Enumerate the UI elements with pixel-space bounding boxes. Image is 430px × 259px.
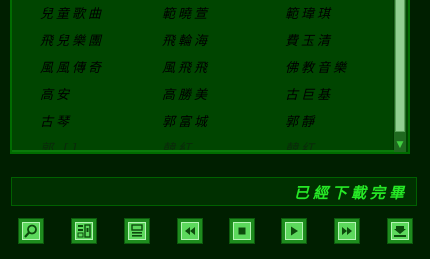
grid-row: 風風傳奇 風飛飛 佛教音樂: [12, 52, 396, 79]
artist-item[interactable]: 風風傳奇: [40, 57, 104, 76]
artist-item[interactable]: 範曉萱: [162, 3, 210, 22]
artist-item[interactable]: 風飛飛: [162, 57, 210, 76]
artist-item[interactable]: 韓紅: [162, 138, 194, 152]
player-window: 兒童歌曲 範曉萱 範瑋琪 飛兒樂團 飛輪海 費玉清 風風傳奇 風飛飛 佛教音樂 …: [0, 0, 430, 259]
artist-grid: 兒童歌曲 範曉萱 範瑋琪 飛兒樂團 飛輪海 費玉清 風風傳奇 風飛飛 佛教音樂 …: [12, 0, 396, 152]
grid-row: 郭 [] 韓紅 韓红: [12, 133, 396, 152]
scroll-down-arrow-icon[interactable]: ▼: [394, 140, 406, 150]
lyrics-button[interactable]: [71, 218, 97, 244]
fast-forward-icon: [338, 222, 356, 240]
grid-row: 高安 高勝美 古巨基: [12, 79, 396, 106]
artist-item[interactable]: 韓红: [285, 138, 317, 152]
grid-row: 兒童歌曲 範曉萱 範瑋琪: [12, 0, 396, 25]
magnifier-icon: [22, 222, 40, 240]
artist-item[interactable]: 飛輪海: [162, 30, 210, 49]
download-icon: [391, 222, 409, 240]
download-button[interactable]: [387, 218, 413, 244]
status-bar: 已經下載完畢: [11, 177, 417, 206]
vertical-scrollbar[interactable]: ▼: [393, 0, 406, 152]
artist-item[interactable]: 古巨基: [285, 84, 333, 103]
stop-button[interactable]: [229, 218, 255, 244]
artist-item[interactable]: 高勝美: [162, 84, 210, 103]
play-button[interactable]: [281, 218, 307, 244]
lyrics-icon: [75, 222, 93, 240]
artist-item[interactable]: 費玉清: [285, 30, 333, 49]
playlist-button[interactable]: [124, 218, 150, 244]
search-button[interactable]: [18, 218, 44, 244]
grid-row: 古琴 郭富城 郭靜: [12, 106, 396, 133]
artist-item[interactable]: 高安: [40, 84, 72, 103]
artist-item[interactable]: 郭 []: [40, 138, 79, 152]
playlist-icon: [128, 222, 146, 240]
artist-item[interactable]: 郭富城: [162, 111, 210, 130]
rewind-button[interactable]: [177, 218, 203, 244]
artist-item[interactable]: 飛兒樂團: [40, 30, 104, 49]
fast-forward-button[interactable]: [334, 218, 360, 244]
scrollbar-thumb[interactable]: [395, 0, 405, 132]
artist-item[interactable]: 古琴: [40, 111, 72, 130]
artist-item[interactable]: 佛教音樂: [285, 57, 349, 76]
rewind-icon: [181, 222, 199, 240]
song-list-panel: 兒童歌曲 範曉萱 範瑋琪 飛兒樂團 飛輪海 費玉清 風風傳奇 風飛飛 佛教音樂 …: [10, 0, 410, 154]
toolbar: [0, 216, 430, 248]
artist-item[interactable]: 郭靜: [285, 111, 317, 130]
stop-icon: [233, 222, 251, 240]
play-icon: [285, 222, 303, 240]
artist-item[interactable]: 範瑋琪: [285, 3, 333, 22]
grid-row: 飛兒樂團 飛輪海 費玉清: [12, 25, 396, 52]
artist-item[interactable]: 兒童歌曲: [40, 3, 104, 22]
status-text: 已經下載完畢: [293, 184, 408, 202]
